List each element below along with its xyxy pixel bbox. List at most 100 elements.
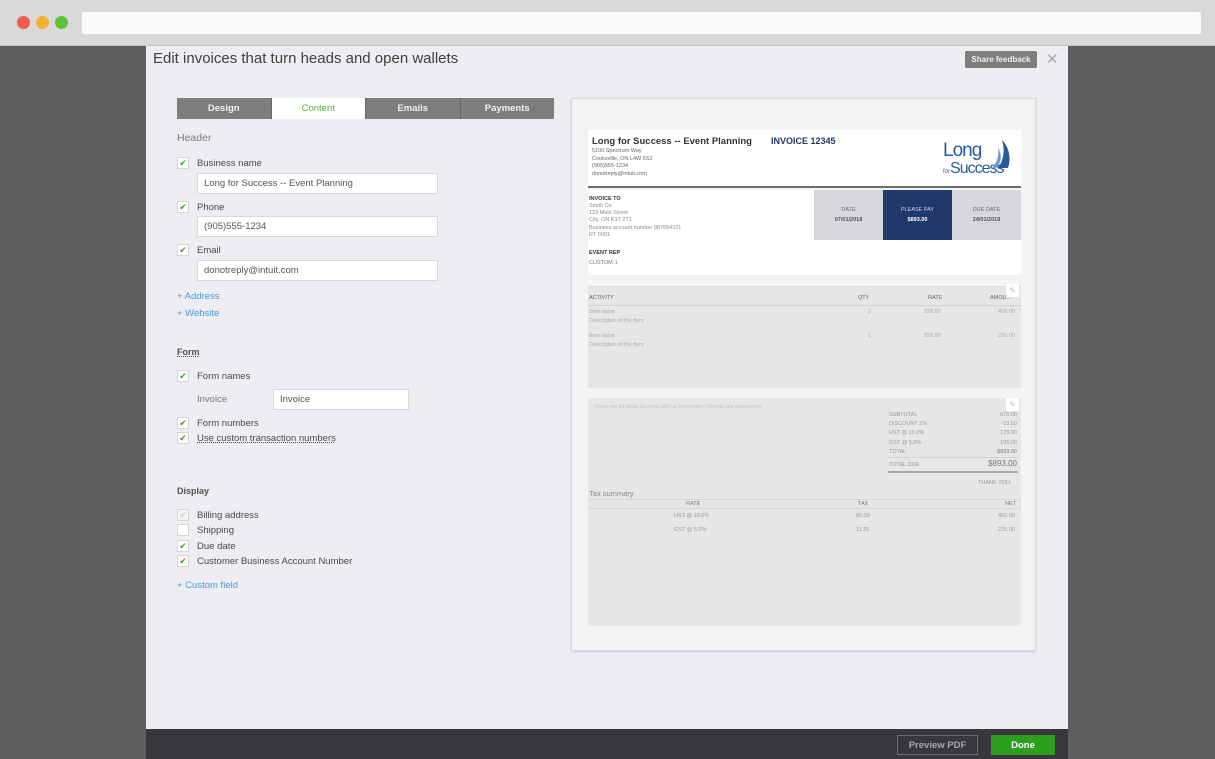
- address-bar[interactable]: [82, 12, 1201, 34]
- header-section-title: Header: [177, 132, 212, 144]
- shipping-row: Shipping: [177, 524, 234, 536]
- discount-value: -13.50: [1001, 421, 1017, 428]
- window-minimize-dot[interactable]: [36, 16, 49, 29]
- preview-business-name: Long for Success -- Event Planning: [592, 136, 752, 147]
- totals-block[interactable]: ✎ Thank you for doing business with us. …: [588, 398, 1021, 626]
- total-due-row: TOTAL DUE $893.00: [888, 457, 1018, 473]
- invoice-to-block[interactable]: INVOICE TO Smith Co. 123 Main Street Cit…: [588, 190, 1021, 275]
- tax-col-rate: RATE: [686, 501, 701, 507]
- invoice-header[interactable]: Long for Success -- Event Planning 5100 …: [588, 130, 1021, 188]
- form-names-checkbox[interactable]: ✔: [177, 370, 189, 382]
- invoice-to-address: Smith Co. 123 Main Street City, ON K1T 2…: [589, 203, 681, 239]
- billing-address-label: Billing address: [197, 509, 259, 521]
- totals-values: 675.00 -13.50 173.00 105.00 $893.00: [968, 411, 1017, 457]
- edit-pencil-icon[interactable]: ✎: [1006, 398, 1019, 411]
- phone-checkbox[interactable]: ✔: [177, 201, 189, 213]
- done-button[interactable]: Done: [991, 735, 1055, 755]
- col-rate: RATE: [928, 295, 943, 301]
- tab-emails[interactable]: Emails: [366, 98, 461, 119]
- tax-amount: 11.25: [856, 527, 870, 533]
- preview-business-address: 5100 Spectrum Way Cooksville, ON L4W 5S2…: [592, 148, 653, 178]
- custom-numbers-row: ✔ Use custom transaction numbers: [177, 432, 336, 444]
- subtotal-label: SUBTOTAL: [889, 412, 918, 418]
- logo-text-for: for: [943, 169, 951, 175]
- form-names-row: ✔ Form names: [177, 370, 250, 382]
- account-number-checkbox[interactable]: ✔: [177, 555, 189, 567]
- hst-label: HST @ 10.0%: [889, 430, 925, 437]
- form-numbers-label: Form numbers: [197, 417, 259, 429]
- email-checkbox[interactable]: ✔: [177, 244, 189, 256]
- window-maximize-dot[interactable]: [55, 16, 68, 29]
- customer-line: Smith Co.: [589, 203, 614, 209]
- account-number-label: Customer Business Account Number: [197, 555, 353, 567]
- date-label: DATE: [841, 207, 856, 213]
- checkmark-icon: ✔: [179, 244, 187, 255]
- add-address-link[interactable]: + Address: [177, 291, 220, 302]
- totals-labels: SUBTOTAL DISCOUNT 2% HST @ 10.0% GST @ 5…: [889, 411, 927, 457]
- invoice-preview: Long for Success -- Event Planning 5100 …: [571, 98, 1036, 651]
- tax-net: 450.00: [998, 513, 1015, 519]
- item-rate: 225.00: [924, 309, 941, 315]
- preview-pdf-button[interactable]: Preview PDF: [897, 735, 978, 755]
- item-description: Description of the item: [589, 318, 644, 324]
- shipping-label: Shipping: [197, 524, 234, 536]
- due-date-checkbox[interactable]: ✔: [177, 540, 189, 552]
- invoice-name-label: Invoice: [197, 394, 228, 405]
- customer-line: RT 0001: [589, 231, 610, 238]
- window-close-dot[interactable]: [17, 16, 30, 29]
- business-name-label: Business name: [197, 157, 262, 169]
- total-label: TOTAL: [889, 448, 907, 455]
- tax-net: 225.00: [998, 527, 1015, 533]
- email-input[interactable]: donotreply@intuit.com: [197, 260, 438, 281]
- close-icon[interactable]: ✕: [1046, 50, 1059, 68]
- share-feedback-button[interactable]: Share feedback: [965, 51, 1037, 68]
- event-rep-label: EVENT REP: [589, 250, 621, 256]
- please-pay-box: PLEASE PAY $893.00: [883, 190, 952, 240]
- due-date-box-label: DUE DATE: [972, 207, 1001, 213]
- tax-col-net: NET: [1005, 501, 1016, 507]
- preview-invoice-number: INVOICE 12345: [771, 136, 836, 146]
- due-date-box-value: 24/01/2018: [972, 217, 1001, 223]
- checkmark-icon: ✔: [179, 432, 187, 443]
- tab-payments[interactable]: Payments: [460, 98, 554, 119]
- discount-label: DISCOUNT 2%: [889, 421, 928, 428]
- custom-numbers-checkbox[interactable]: ✔: [177, 432, 189, 444]
- sail-logo-icon: [992, 140, 1010, 168]
- checkmark-icon: ✔: [179, 201, 187, 212]
- form-numbers-row: ✔ Form numbers: [177, 417, 259, 429]
- item-qty: 1: [868, 333, 872, 339]
- tab-design[interactable]: Design: [177, 98, 272, 119]
- billing-address-checkbox: ✔: [177, 509, 189, 521]
- form-numbers-checkbox[interactable]: ✔: [177, 417, 189, 429]
- invoice-name-input[interactable]: Invoice: [273, 389, 409, 410]
- phone-input[interactable]: (905)555-1234: [197, 216, 438, 237]
- add-website-link[interactable]: + Website: [177, 308, 219, 319]
- total-due-value: $893.00: [988, 459, 1017, 468]
- tab-content[interactable]: Content: [271, 98, 366, 119]
- invoice-to-label: INVOICE TO: [589, 196, 621, 202]
- display-section-title: Display: [177, 486, 210, 496]
- customer-line: Business account number 987654321: [589, 224, 682, 231]
- add-custom-field-link[interactable]: + Custom field: [177, 580, 238, 591]
- business-name-input[interactable]: Long for Success -- Event Planning: [197, 173, 438, 194]
- line-items-block[interactable]: ✎ ACTIVITY QTY RATE AMOU... Item name De…: [588, 284, 1021, 388]
- tax-amount: 80.00: [856, 513, 870, 519]
- form-section-title: Form: [177, 347, 200, 357]
- item-rate: 225.00: [924, 333, 941, 339]
- address-line: 5100 Spectrum Way: [592, 148, 642, 154]
- subtotal-value: 675.00: [1000, 412, 1017, 418]
- item-amount: 225.00: [998, 333, 1015, 339]
- gst-value: 105.00: [1000, 439, 1017, 446]
- due-date-label: Due date: [197, 540, 236, 552]
- tab-bar: Design Content Emails Payments: [177, 98, 554, 119]
- business-name-checkbox[interactable]: ✔: [177, 157, 189, 169]
- item-name: Item name: [589, 309, 615, 315]
- invoice-message: Thank you for doing business with us. Re…: [594, 404, 763, 410]
- custom-numbers-label[interactable]: Use custom transaction numbers: [197, 433, 336, 444]
- tax-table-header: RATE TAX NET: [588, 499, 1021, 509]
- shipping-checkbox[interactable]: [177, 524, 189, 536]
- address-line: donotreply@intuit.com: [592, 170, 647, 177]
- browser-chrome: [0, 0, 1215, 46]
- item-qty: 2: [868, 309, 872, 315]
- total-due-label: TOTAL DUE: [889, 462, 920, 468]
